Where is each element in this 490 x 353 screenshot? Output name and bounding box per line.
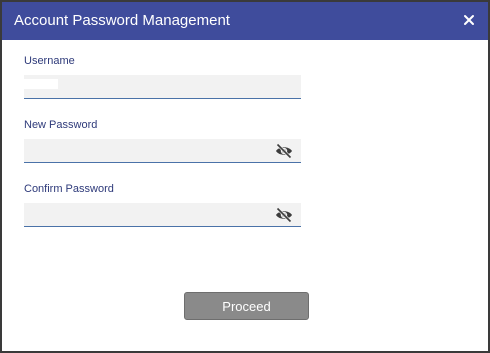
confirm-password-label: Confirm Password [24,183,114,195]
eye-slash-icon[interactable] [275,143,293,159]
username-field-box [24,75,301,99]
dialog-title: Account Password Management [14,12,230,29]
dialog-titlebar: Account Password Management [2,2,488,40]
confirm-password-input[interactable] [24,203,264,225]
new-password-field-box [24,139,301,163]
new-password-input[interactable] [24,139,264,161]
username-label: Username [24,55,75,67]
username-input[interactable] [24,75,264,97]
close-icon[interactable] [460,11,478,29]
eye-slash-icon[interactable] [275,207,293,223]
password-dialog: Account Password Management Username New… [0,0,490,353]
username-redaction [24,79,58,89]
confirm-password-field-box [24,203,301,227]
proceed-button[interactable]: Proceed [184,292,309,320]
new-password-label: New Password [24,119,98,131]
